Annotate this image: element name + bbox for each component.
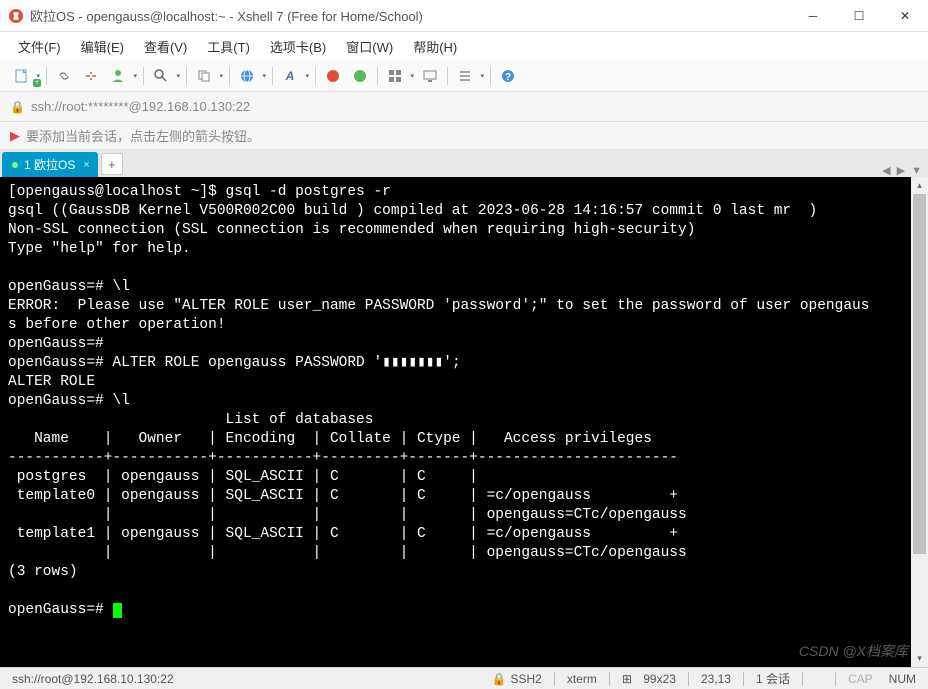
tab-nav: ◀ ▶ ▼: [882, 164, 928, 177]
globe-button[interactable]: [234, 64, 268, 88]
status-size: ⊞ 99x23: [618, 672, 680, 686]
status-term: xterm: [563, 672, 601, 686]
xshell-button[interactable]: [320, 64, 346, 88]
separator: [490, 67, 491, 85]
menu-file[interactable]: 文件(F): [10, 33, 69, 60]
toolbar: + A ?: [0, 60, 928, 92]
separator: [143, 67, 144, 85]
terminal[interactable]: [opengauss@localhost ~]$ gsql -d postgre…: [0, 177, 911, 667]
hint-text: 要添加当前会话，点击左侧的箭头按钮。: [26, 126, 260, 145]
menu-view[interactable]: 查看(V): [136, 33, 195, 60]
scroll-up-button[interactable]: ▴: [911, 177, 928, 194]
minimize-button[interactable]: ─: [790, 0, 836, 32]
menu-help[interactable]: 帮助(H): [405, 33, 465, 60]
layout-button[interactable]: [382, 64, 416, 88]
monitor-button[interactable]: [417, 64, 443, 88]
globe-icon: [239, 68, 255, 84]
separator: [272, 67, 273, 85]
monitor-icon: [422, 68, 438, 84]
status-protocol: 🔒SSH2: [488, 672, 546, 686]
grid-small-icon: ⊞: [622, 672, 632, 686]
menu-tabs[interactable]: 选项卡(B): [262, 33, 334, 60]
flag-icon: ▶: [10, 128, 20, 144]
reconnect-button[interactable]: [51, 64, 77, 88]
unlink-icon: [83, 68, 99, 84]
maximize-button[interactable]: ☐: [836, 0, 882, 32]
help-icon: ?: [500, 68, 516, 84]
link-icon: [56, 68, 72, 84]
address-text[interactable]: ssh://root:********@192.168.10.130:22: [31, 99, 918, 114]
status-num: NUM: [885, 672, 920, 686]
menubar: 文件(F) 编辑(E) 查看(V) 工具(T) 选项卡(B) 窗口(W) 帮助(…: [0, 32, 928, 60]
font-icon: A: [286, 69, 295, 83]
lock-small-icon: 🔒: [492, 672, 507, 686]
separator: [315, 67, 316, 85]
terminal-container: [opengauss@localhost ~]$ gsql -d postgre…: [0, 177, 928, 667]
script-button[interactable]: [452, 64, 486, 88]
separator: [229, 67, 230, 85]
status-pos: 23,13: [697, 672, 735, 686]
svg-text:?: ?: [505, 72, 511, 83]
find-button[interactable]: [148, 64, 182, 88]
tab-prev-icon[interactable]: ◀: [882, 164, 890, 177]
separator: [46, 67, 47, 85]
titlebar: 欧拉OS - opengauss@localhost:~ - Xshell 7 …: [0, 0, 928, 32]
status-connection: ssh://root@192.168.10.130:22: [8, 672, 178, 686]
status-dot-icon: [12, 162, 18, 168]
tab-menu-icon[interactable]: ▼: [911, 165, 922, 177]
copy-icon: [196, 68, 212, 84]
address-bar: 🔒 ssh://root:********@192.168.10.130:22: [0, 92, 928, 122]
scroll-thumb[interactable]: [913, 194, 926, 554]
tab-session[interactable]: 1 欧拉OS ×: [2, 152, 98, 177]
disconnect-button[interactable]: [78, 64, 104, 88]
menu-tools[interactable]: 工具(T): [199, 33, 258, 60]
menu-edit[interactable]: 编辑(E): [73, 33, 132, 60]
profile-button[interactable]: [105, 64, 139, 88]
add-tab-button[interactable]: +: [101, 153, 123, 175]
close-button[interactable]: ✕: [882, 0, 928, 32]
list-icon: [457, 68, 473, 84]
hint-bar: ▶ 要添加当前会话，点击左侧的箭头按钮。: [0, 122, 928, 150]
new-session-button[interactable]: +: [8, 64, 42, 88]
help-button[interactable]: ?: [495, 64, 521, 88]
status-caps: CAP: [844, 672, 877, 686]
swirl-green-icon: [352, 68, 368, 84]
separator: [186, 67, 187, 85]
swirl-icon: [325, 68, 341, 84]
grid-icon: [387, 68, 403, 84]
user-icon: [110, 68, 126, 84]
tab-label: 1 欧拉OS: [24, 156, 75, 173]
copy-button[interactable]: [191, 64, 225, 88]
xftp-button[interactable]: [347, 64, 373, 88]
menu-window[interactable]: 窗口(W): [338, 33, 401, 60]
font-button[interactable]: A: [277, 64, 311, 88]
status-bar: ssh://root@192.168.10.130:22 🔒SSH2 xterm…: [0, 667, 928, 689]
status-sessions: 1 会话: [752, 670, 794, 687]
scrollbar[interactable]: ▴ ▾: [911, 177, 928, 667]
window-title: 欧拉OS - opengauss@localhost:~ - Xshell 7 …: [30, 6, 790, 25]
file-icon: [13, 68, 29, 84]
separator: [377, 67, 378, 85]
separator: [447, 67, 448, 85]
search-icon: [153, 68, 169, 84]
tab-next-icon[interactable]: ▶: [897, 164, 905, 177]
scroll-down-button[interactable]: ▾: [911, 650, 928, 667]
app-icon: [8, 8, 24, 24]
lock-icon: 🔒: [10, 100, 25, 114]
tab-strip: 1 欧拉OS × + ◀ ▶ ▼: [0, 150, 928, 177]
tab-close-icon[interactable]: ×: [83, 159, 89, 171]
